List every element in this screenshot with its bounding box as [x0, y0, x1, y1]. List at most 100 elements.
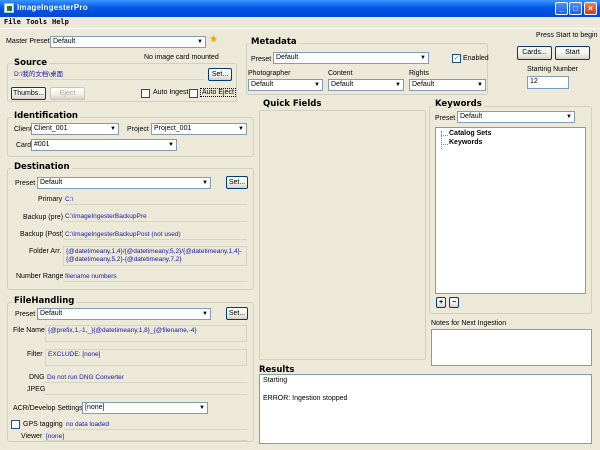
file-name-value: {@prefix,1,-1,_}{@datetimeany,1,8}_{@fil… — [45, 325, 247, 342]
metadata-enabled-label: Enabled — [463, 55, 489, 62]
press-start-text: Press Start to begin — [536, 32, 598, 39]
chevron-down-icon: ▼ — [194, 37, 205, 47]
chevron-down-icon: ▼ — [235, 124, 246, 134]
add-keyword-button[interactable]: + — [436, 297, 446, 308]
destination-set-button[interactable]: Set... — [226, 176, 248, 189]
window-title: ImageIngesterPro — [17, 3, 88, 12]
metadata-preset-select[interactable]: Default ▼ — [273, 52, 429, 64]
photographer-label: Photographer — [248, 70, 291, 77]
tree-item-catalog-sets[interactable]: Catalog Sets — [449, 130, 491, 137]
quick-fields-header: Quick Fields — [263, 99, 322, 109]
tree-connector — [441, 144, 448, 145]
backup-post-value: C:\ImageIngesterBackupPost (not used) — [63, 229, 247, 240]
metadata-preset-label: Preset — [251, 56, 272, 63]
star-icon[interactable]: ★ — [209, 34, 218, 45]
results-line: Starting — [263, 377, 288, 384]
number-range-value: filename numbers — [63, 271, 247, 282]
thumbs-button[interactable]: Thumbs... — [11, 87, 46, 100]
rights-label: Rights — [409, 70, 429, 77]
primary-value: C:\ — [63, 194, 247, 205]
menu-file[interactable]: File — [4, 18, 21, 26]
auto-ingest-checkbox[interactable] — [141, 89, 150, 98]
no-card-status: No image card mounted — [144, 54, 219, 61]
project-select[interactable]: Project_001 ▼ — [151, 123, 247, 135]
photographer-value: Default — [251, 81, 274, 88]
results-log[interactable]: Starting ERROR: Ingestion stopped — [259, 374, 592, 444]
client-label: Client — [14, 126, 32, 133]
tree-connector — [441, 135, 448, 136]
filter-value: EXCLUDE: [none] — [45, 349, 247, 366]
starting-number-label: Starting Number — [527, 66, 578, 73]
keywords-preset-label: Preset — [435, 115, 456, 122]
content-value: Default — [331, 81, 354, 88]
viewer-label: Viewer — [21, 433, 43, 440]
jpeg-label: JPEG — [27, 386, 46, 393]
destination-preset-select[interactable]: Default ▼ — [37, 177, 211, 189]
menu-bar: File Tools Help — [0, 17, 600, 29]
auto-eject-label: Auto Eject — [200, 88, 236, 97]
cards-button[interactable]: Cards... — [517, 46, 552, 60]
gps-tagging-value: no data loaded — [64, 419, 247, 430]
destination-preset-value: Default — [40, 179, 63, 186]
keywords-preset-value: Default — [460, 113, 483, 120]
photographer-select[interactable]: Default ▼ — [248, 79, 323, 91]
folder-arr-value: {@datetimeany,1,4}/{@datetimeany,5,2}/{@… — [63, 246, 247, 266]
backup-post-label: Backup (Post) — [20, 231, 64, 238]
remove-keyword-button[interactable]: − — [449, 297, 459, 308]
destination-header: Destination — [12, 162, 72, 172]
notes-label: Notes for Next Ingestion — [431, 320, 507, 327]
primary-label: Primary — [38, 196, 63, 203]
master-preset-label: Master Preset — [6, 38, 50, 45]
filter-label: Filter — [27, 351, 43, 358]
rights-select[interactable]: Default ▼ — [409, 79, 486, 91]
keywords-preset-select[interactable]: Default ▼ — [457, 111, 575, 123]
chevron-down-icon: ▼ — [563, 112, 574, 122]
metadata-header: Metadata — [249, 37, 299, 47]
chevron-down-icon: ▼ — [199, 309, 210, 319]
auto-eject-checkbox[interactable] — [189, 89, 198, 98]
tree-item-keywords[interactable]: Keywords — [449, 139, 482, 146]
acr-value: [none] — [85, 404, 105, 411]
close-button[interactable]: × — [584, 2, 597, 15]
start-button[interactable]: Start — [555, 46, 590, 60]
acr-select[interactable]: [none] ▼ — [82, 402, 208, 414]
source-set-button[interactable]: Set... — [208, 68, 232, 81]
title-bar[interactable]: ImageIngesterPro _ □ × — [0, 0, 600, 17]
gps-tagging-checkbox[interactable] — [11, 420, 20, 429]
card-select[interactable]: #001 ▼ — [31, 139, 177, 151]
dng-value: Do not run DNG Converter — [45, 372, 247, 383]
check-icon: ✓ — [453, 55, 460, 62]
notes-input[interactable] — [431, 329, 592, 366]
content-select[interactable]: Default ▼ — [328, 79, 404, 91]
folder-arr-label: Folder Arr. — [29, 248, 62, 255]
gps-tagging-label: GPS tagging — [23, 421, 63, 428]
quick-fields-panel — [259, 110, 426, 360]
chevron-down-icon: ▼ — [196, 403, 207, 413]
content-label: Content — [328, 70, 353, 77]
keywords-header: Keywords — [433, 99, 484, 109]
menu-tools[interactable]: Tools — [26, 18, 47, 26]
minimize-button[interactable]: _ — [555, 2, 568, 15]
client-value: Client_001 — [34, 125, 68, 132]
number-range-label: Number Range — [16, 273, 64, 280]
backup-pre-label: Backup (pre) — [23, 214, 64, 221]
chevron-down-icon: ▼ — [107, 124, 118, 134]
metadata-enabled-checkbox[interactable]: ✓ — [452, 54, 461, 63]
menu-help[interactable]: Help — [52, 18, 69, 26]
keywords-tree[interactable]: Catalog Sets Keywords — [435, 127, 586, 294]
maximize-button[interactable]: □ — [569, 2, 582, 15]
file-handling-preset-select[interactable]: Default ▼ — [37, 308, 211, 320]
jpeg-value — [45, 384, 247, 395]
identification-header: Identification — [12, 111, 80, 121]
eject-button[interactable]: Eject — [50, 87, 85, 100]
chevron-down-icon: ▼ — [474, 80, 485, 90]
client-select[interactable]: Client_001 ▼ — [31, 123, 119, 135]
chevron-down-icon: ▼ — [311, 80, 322, 90]
master-preset-select[interactable]: Default ▼ — [50, 36, 206, 48]
starting-number-input[interactable]: 12 — [527, 76, 569, 89]
app-icon — [4, 3, 14, 13]
viewer-value: [none] — [44, 431, 247, 441]
file-handling-preset-label: Preset — [15, 311, 36, 318]
acr-label: ACR/Develop Settings — [13, 405, 83, 412]
file-handling-set-button[interactable]: Set... — [226, 307, 248, 320]
